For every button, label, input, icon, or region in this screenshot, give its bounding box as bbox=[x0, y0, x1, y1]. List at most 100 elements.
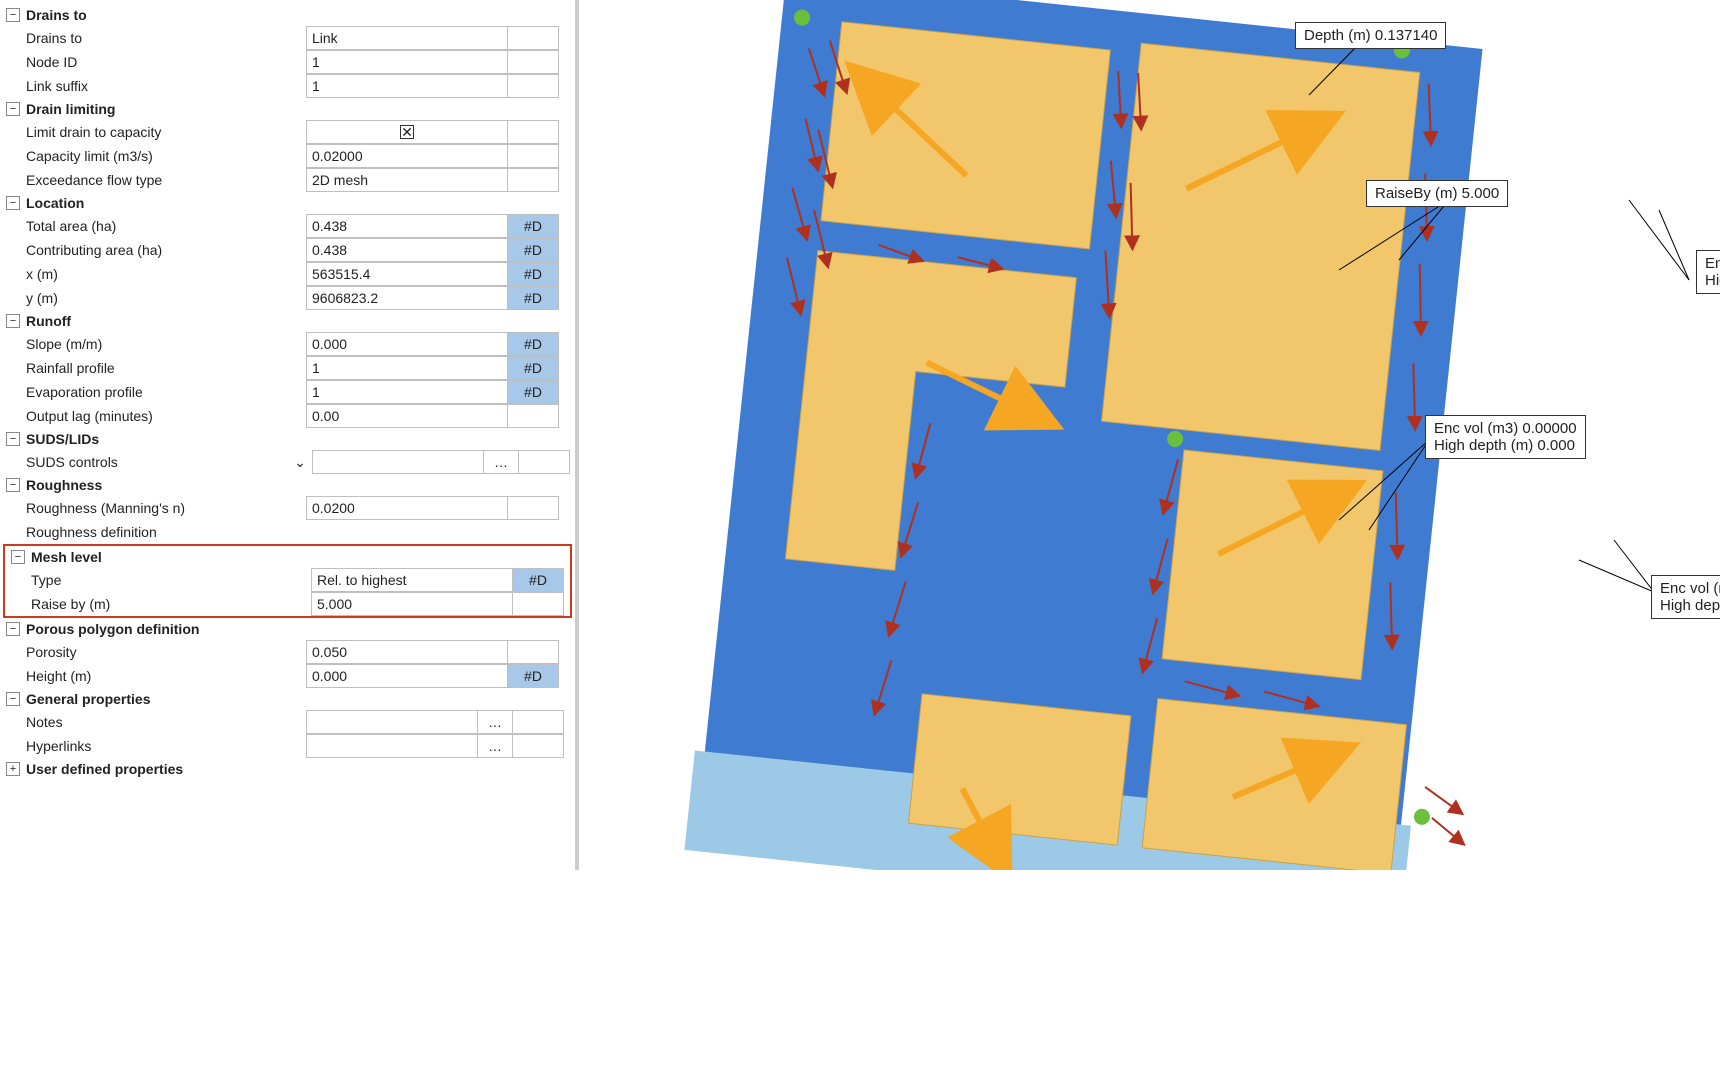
row-mesh-type: Type Rel. to highest #D bbox=[5, 568, 570, 592]
checkbox-icon[interactable]: ✕ bbox=[400, 125, 414, 139]
value-cell[interactable]: 0.050 bbox=[306, 640, 508, 664]
section-label: Mesh level bbox=[31, 549, 102, 565]
mesh-level-highlight: − Mesh level Type Rel. to highest #D Rai… bbox=[3, 544, 572, 618]
callout-depth: Depth (m) 0.137140 bbox=[1295, 22, 1446, 49]
row-total-area: Total area (ha) 0.438 #D bbox=[0, 214, 575, 238]
flag-cell[interactable]: #D bbox=[508, 286, 559, 310]
row-rainfall: Rainfall profile 1 #D bbox=[0, 356, 575, 380]
row-exceedance: Exceedance flow type 2D mesh bbox=[0, 168, 575, 192]
collapse-toggle[interactable]: − bbox=[6, 314, 20, 328]
flag-cell[interactable]: #D bbox=[508, 238, 559, 262]
section-user-defined[interactable]: + User defined properties bbox=[0, 758, 575, 780]
map-viewport[interactable]: Depth (m) 0.137140 RaiseBy (m) 5.000 Enc… bbox=[579, 0, 1720, 870]
ellipsis-button[interactable]: … bbox=[478, 710, 513, 734]
section-label: Roughness bbox=[26, 477, 102, 493]
row-y: y (m) 9606823.2 #D bbox=[0, 286, 575, 310]
row-slope: Slope (m/m) 0.000 #D bbox=[0, 332, 575, 356]
value-cell[interactable]: 0.02000 bbox=[306, 144, 508, 168]
ellipsis-button[interactable]: … bbox=[484, 450, 519, 474]
value-cell[interactable]: 0.00 bbox=[306, 404, 508, 428]
row-hyperlinks: Hyperlinks … bbox=[0, 734, 575, 758]
value-cell[interactable]: 1 bbox=[306, 356, 508, 380]
collapse-toggle[interactable]: − bbox=[6, 622, 20, 636]
collapse-toggle[interactable]: − bbox=[11, 550, 25, 564]
expand-toggle[interactable]: + bbox=[6, 762, 20, 776]
callout-raiseby: RaiseBy (m) 5.000 bbox=[1366, 180, 1508, 207]
app-root: − Drains to Drains to Link Node ID 1 Lin… bbox=[0, 0, 1720, 870]
collapse-toggle[interactable]: − bbox=[6, 692, 20, 706]
section-label: Drains to bbox=[26, 7, 87, 23]
collapse-toggle[interactable]: − bbox=[6, 478, 20, 492]
row-manning: Roughness (Manning's n) 0.0200 bbox=[0, 496, 575, 520]
section-roughness[interactable]: − Roughness bbox=[0, 474, 575, 496]
row-capacity-limit: Capacity limit (m3/s) 0.02000 bbox=[0, 144, 575, 168]
row-link-suffix: Link suffix 1 bbox=[0, 74, 575, 98]
row-porosity: Porosity 0.050 bbox=[0, 640, 575, 664]
collapse-toggle[interactable]: − bbox=[6, 196, 20, 210]
section-label: SUDS/LIDs bbox=[26, 431, 99, 447]
building-poly[interactable] bbox=[821, 22, 1110, 249]
section-runoff[interactable]: − Runoff bbox=[0, 310, 575, 332]
section-location[interactable]: − Location bbox=[0, 192, 575, 214]
callout-encvol-2: Enc vol (m3) 0.00000 High depth (m) 0.00… bbox=[1425, 415, 1586, 459]
row-raise-by: Raise by (m) 5.000 bbox=[5, 592, 570, 616]
row-output-lag: Output lag (minutes) 0.00 bbox=[0, 404, 575, 428]
row-drains-to: Drains to Link bbox=[0, 26, 575, 50]
building-poly[interactable] bbox=[1102, 43, 1420, 450]
flag-cell[interactable]: #D bbox=[508, 262, 559, 286]
row-limit-drain: Limit drain to capacity ✕ bbox=[0, 120, 575, 144]
section-label: User defined properties bbox=[26, 761, 183, 777]
flag-cell[interactable]: #D bbox=[508, 214, 559, 238]
row-suds-controls: SUDS controls⌄ … bbox=[0, 450, 575, 474]
callout-encvol-3: Enc vol (m3) 0.00000 High depth (m) 0.00… bbox=[1651, 575, 1720, 619]
value-cell[interactable] bbox=[306, 734, 478, 758]
section-suds[interactable]: − SUDS/LIDs bbox=[0, 428, 575, 450]
section-general[interactable]: − General properties bbox=[0, 688, 575, 710]
section-mesh-level[interactable]: − Mesh level bbox=[5, 546, 570, 568]
section-label: General properties bbox=[26, 691, 151, 707]
value-cell[interactable]: 0.000 bbox=[306, 332, 508, 356]
row-evap: Evaporation profile 1 #D bbox=[0, 380, 575, 404]
flag-cell[interactable]: #D bbox=[508, 356, 559, 380]
value-cell[interactable]: 0.0200 bbox=[306, 496, 508, 520]
value-cell[interactable]: 1 bbox=[306, 380, 508, 404]
value-cell[interactable]: 0.000 bbox=[306, 664, 508, 688]
row-contrib-area: Contributing area (ha) 0.438 #D bbox=[0, 238, 575, 262]
chevron-down-icon[interactable]: ⌄ bbox=[294, 454, 306, 471]
value-cell[interactable]: 563515.4 bbox=[306, 262, 508, 286]
row-node-id: Node ID 1 bbox=[0, 50, 575, 74]
building-poly[interactable] bbox=[1162, 450, 1383, 680]
ellipsis-button[interactable]: … bbox=[478, 734, 513, 758]
node-icon[interactable] bbox=[1413, 808, 1431, 826]
section-label: Runoff bbox=[26, 313, 71, 329]
value-cell[interactable]: 0.438 bbox=[306, 214, 508, 238]
collapse-toggle[interactable]: − bbox=[6, 432, 20, 446]
row-roughness-def: Roughness definition bbox=[0, 520, 575, 544]
collapse-toggle[interactable]: − bbox=[6, 102, 20, 116]
value-cell[interactable]: ✕ bbox=[306, 120, 508, 144]
value-cell[interactable]: 1 bbox=[306, 50, 508, 74]
section-porous[interactable]: − Porous polygon definition bbox=[0, 618, 575, 640]
value-cell[interactable]: Link bbox=[306, 26, 508, 50]
value-cell[interactable]: 5.000 bbox=[311, 592, 513, 616]
collapse-toggle[interactable]: − bbox=[6, 8, 20, 22]
section-drain-limiting[interactable]: − Drain limiting bbox=[0, 98, 575, 120]
section-label: Location bbox=[26, 195, 84, 211]
value-cell[interactable]: 9606823.2 bbox=[306, 286, 508, 310]
value-cell[interactable]: 1 bbox=[306, 74, 508, 98]
value-cell[interactable]: Rel. to highest bbox=[311, 568, 513, 592]
building-poly[interactable] bbox=[908, 694, 1130, 845]
flag-cell[interactable]: #D bbox=[508, 664, 559, 688]
row-notes: Notes … bbox=[0, 710, 575, 734]
section-drains-to[interactable]: − Drains to bbox=[0, 4, 575, 26]
section-label: Drain limiting bbox=[26, 101, 115, 117]
flag-cell[interactable]: #D bbox=[508, 380, 559, 404]
flag-cell[interactable]: #D bbox=[513, 568, 564, 592]
value-cell[interactable] bbox=[306, 710, 478, 734]
flag-cell[interactable]: #D bbox=[508, 332, 559, 356]
value-cell[interactable]: 2D mesh bbox=[306, 168, 508, 192]
value-cell[interactable] bbox=[312, 450, 484, 474]
building-poly[interactable] bbox=[1142, 699, 1406, 870]
value-cell[interactable]: 0.438 bbox=[306, 238, 508, 262]
property-grid-panel[interactable]: − Drains to Drains to Link Node ID 1 Lin… bbox=[0, 0, 579, 870]
